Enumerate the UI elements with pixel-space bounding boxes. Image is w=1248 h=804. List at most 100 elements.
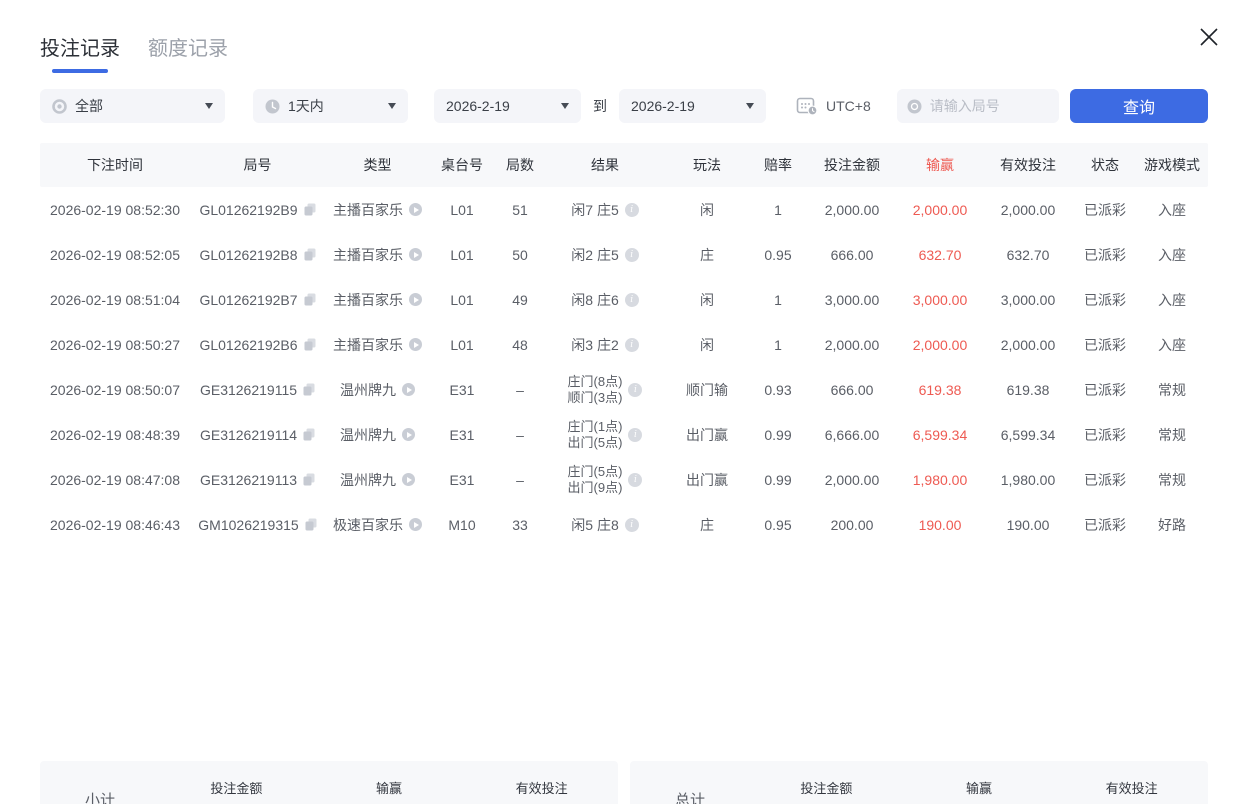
table-no-cell: L01 (430, 202, 494, 218)
bet-time-cell: 2026-02-19 08:48:39 (40, 427, 190, 443)
game-mode-cell: 常规 (1136, 380, 1208, 400)
calendar-clock-icon (796, 96, 818, 116)
round-count-cell: – (494, 382, 546, 398)
info-icon[interactable]: i (625, 338, 639, 352)
game-type-cell: 主播百家乐 (325, 200, 430, 220)
copy-icon[interactable] (304, 203, 316, 216)
chevron-down-icon (561, 103, 569, 109)
clock-icon (265, 99, 280, 114)
bet-records-table: 下注时间局号类型桌台号局数结果玩法赔率投注金额输赢有效投注状态游戏模式 2026… (40, 143, 1208, 650)
table-row: 2026-02-19 08:47:08 GE3126219113 温州牌九 E3… (40, 457, 1208, 502)
bet-time-cell: 2026-02-19 08:52:05 (40, 247, 190, 263)
tab-label: 投注记录 (40, 38, 120, 60)
tab-bet-records[interactable]: 投注记录 (40, 32, 120, 75)
info-icon[interactable]: i (628, 473, 642, 487)
copy-icon[interactable] (303, 473, 315, 486)
timezone-label: UTC+8 (826, 98, 871, 114)
round-id-cell: GE3126219115 (190, 382, 325, 398)
game-mode-cell: 常规 (1136, 470, 1208, 490)
status-cell: 已派彩 (1074, 425, 1136, 445)
round-search-input[interactable] (930, 98, 1040, 114)
query-button[interactable]: 查询 (1070, 89, 1208, 123)
win-loss-cell: 2,000.00 (898, 337, 982, 353)
info-icon[interactable]: i (628, 383, 642, 397)
odds-cell: 0.99 (750, 427, 806, 443)
result-cell: 闲2 庄5 i (546, 246, 664, 264)
round-count-cell: 48 (494, 337, 546, 353)
round-search-field[interactable] (897, 89, 1059, 123)
round-id-cell: GL01262192B7 (190, 292, 325, 308)
column-header: 游戏模式 (1136, 155, 1208, 175)
table-row: 2026-02-19 08:48:39 GE3126219114 温州牌九 E3… (40, 412, 1208, 457)
time-range-dropdown[interactable]: 1天内 (253, 89, 408, 123)
play-type-cell: 出门赢 (664, 425, 750, 445)
copy-icon[interactable] (304, 293, 316, 306)
game-mode-cell: 入座 (1136, 335, 1208, 355)
copy-icon[interactable] (303, 383, 315, 396)
close-icon[interactable] (1194, 22, 1224, 52)
info-icon[interactable]: i (625, 248, 639, 262)
play-icon[interactable] (409, 203, 422, 216)
bet-records-dialog: 投注记录 额度记录 全部 1天内 2026-2-19 (0, 0, 1248, 804)
win-loss-cell: 1,980.00 (898, 472, 982, 488)
play-icon[interactable] (409, 293, 422, 306)
info-icon[interactable]: i (625, 293, 639, 307)
date-to-label: 到 (593, 96, 607, 116)
bet-time-cell: 2026-02-19 08:51:04 (40, 292, 190, 308)
win-loss-cell: 190.00 (898, 517, 982, 533)
play-icon[interactable] (402, 428, 415, 441)
table-no-cell: L01 (430, 337, 494, 353)
play-type-cell: 顺门输 (664, 380, 750, 400)
round-count-cell: – (494, 472, 546, 488)
tab-quota-records[interactable]: 额度记录 (148, 32, 228, 75)
copy-icon[interactable] (303, 428, 315, 441)
odds-cell: 0.95 (750, 517, 806, 533)
play-icon[interactable] (409, 248, 422, 261)
column-header: 输赢 (898, 155, 982, 175)
game-mode-cell: 入座 (1136, 290, 1208, 310)
timezone-indicator: UTC+8 (796, 96, 871, 116)
round-id-cell: GM1026219315 (190, 517, 325, 533)
column-header: 局号 (190, 155, 325, 175)
bet-amount-cell: 2,000.00 (806, 472, 898, 488)
status-cell: 已派彩 (1074, 515, 1136, 535)
round-count-cell: 51 (494, 202, 546, 218)
round-id-cell: GL01262192B8 (190, 247, 325, 263)
info-icon[interactable]: i (625, 518, 639, 532)
chevron-down-icon (746, 103, 754, 109)
play-icon[interactable] (409, 518, 422, 531)
tab-bar: 投注记录 额度记录 (40, 0, 1208, 75)
info-icon[interactable]: i (628, 428, 642, 442)
play-icon[interactable] (409, 338, 422, 351)
status-cell: 已派彩 (1074, 470, 1136, 490)
result-cell: 庄门(8点)顺门(3点) i (546, 374, 664, 406)
result-cell: 闲7 庄5 i (546, 201, 664, 219)
bet-time-cell: 2026-02-19 08:47:08 (40, 472, 190, 488)
win-loss-cell: 3,000.00 (898, 292, 982, 308)
copy-icon[interactable] (304, 248, 316, 261)
chevron-down-icon (205, 103, 213, 109)
copy-icon[interactable] (304, 338, 316, 351)
copy-icon[interactable] (305, 518, 317, 531)
game-mode-cell: 好路 (1136, 515, 1208, 535)
filter-bar: 全部 1天内 2026-2-19 到 2026-2-19 (40, 89, 1208, 123)
round-id-cell: GE3126219113 (190, 472, 325, 488)
total-valid-label: 有效投注 (1055, 778, 1208, 797)
category-dropdown[interactable]: 全部 (40, 89, 225, 123)
active-tab-underline (52, 69, 108, 73)
date-to-picker[interactable]: 2026-2-19 (619, 89, 766, 123)
total-box: 总计 投注金额 17,198.00 输赢 17,021.42 有效投注 17,0… (630, 761, 1208, 804)
play-icon[interactable] (402, 473, 415, 486)
play-icon[interactable] (402, 383, 415, 396)
status-cell: 已派彩 (1074, 200, 1136, 220)
valid-bet-cell: 2,000.00 (982, 202, 1074, 218)
date-from-picker[interactable]: 2026-2-19 (434, 89, 581, 123)
info-icon[interactable]: i (625, 203, 639, 217)
bet-amount-cell: 666.00 (806, 247, 898, 263)
game-type-cell: 主播百家乐 (325, 335, 430, 355)
game-mode-cell: 常规 (1136, 425, 1208, 445)
column-header: 桌台号 (430, 155, 494, 175)
round-id-cell: GL01262192B9 (190, 202, 325, 218)
game-type-cell: 温州牌九 (325, 425, 430, 445)
status-cell: 已派彩 (1074, 290, 1136, 310)
